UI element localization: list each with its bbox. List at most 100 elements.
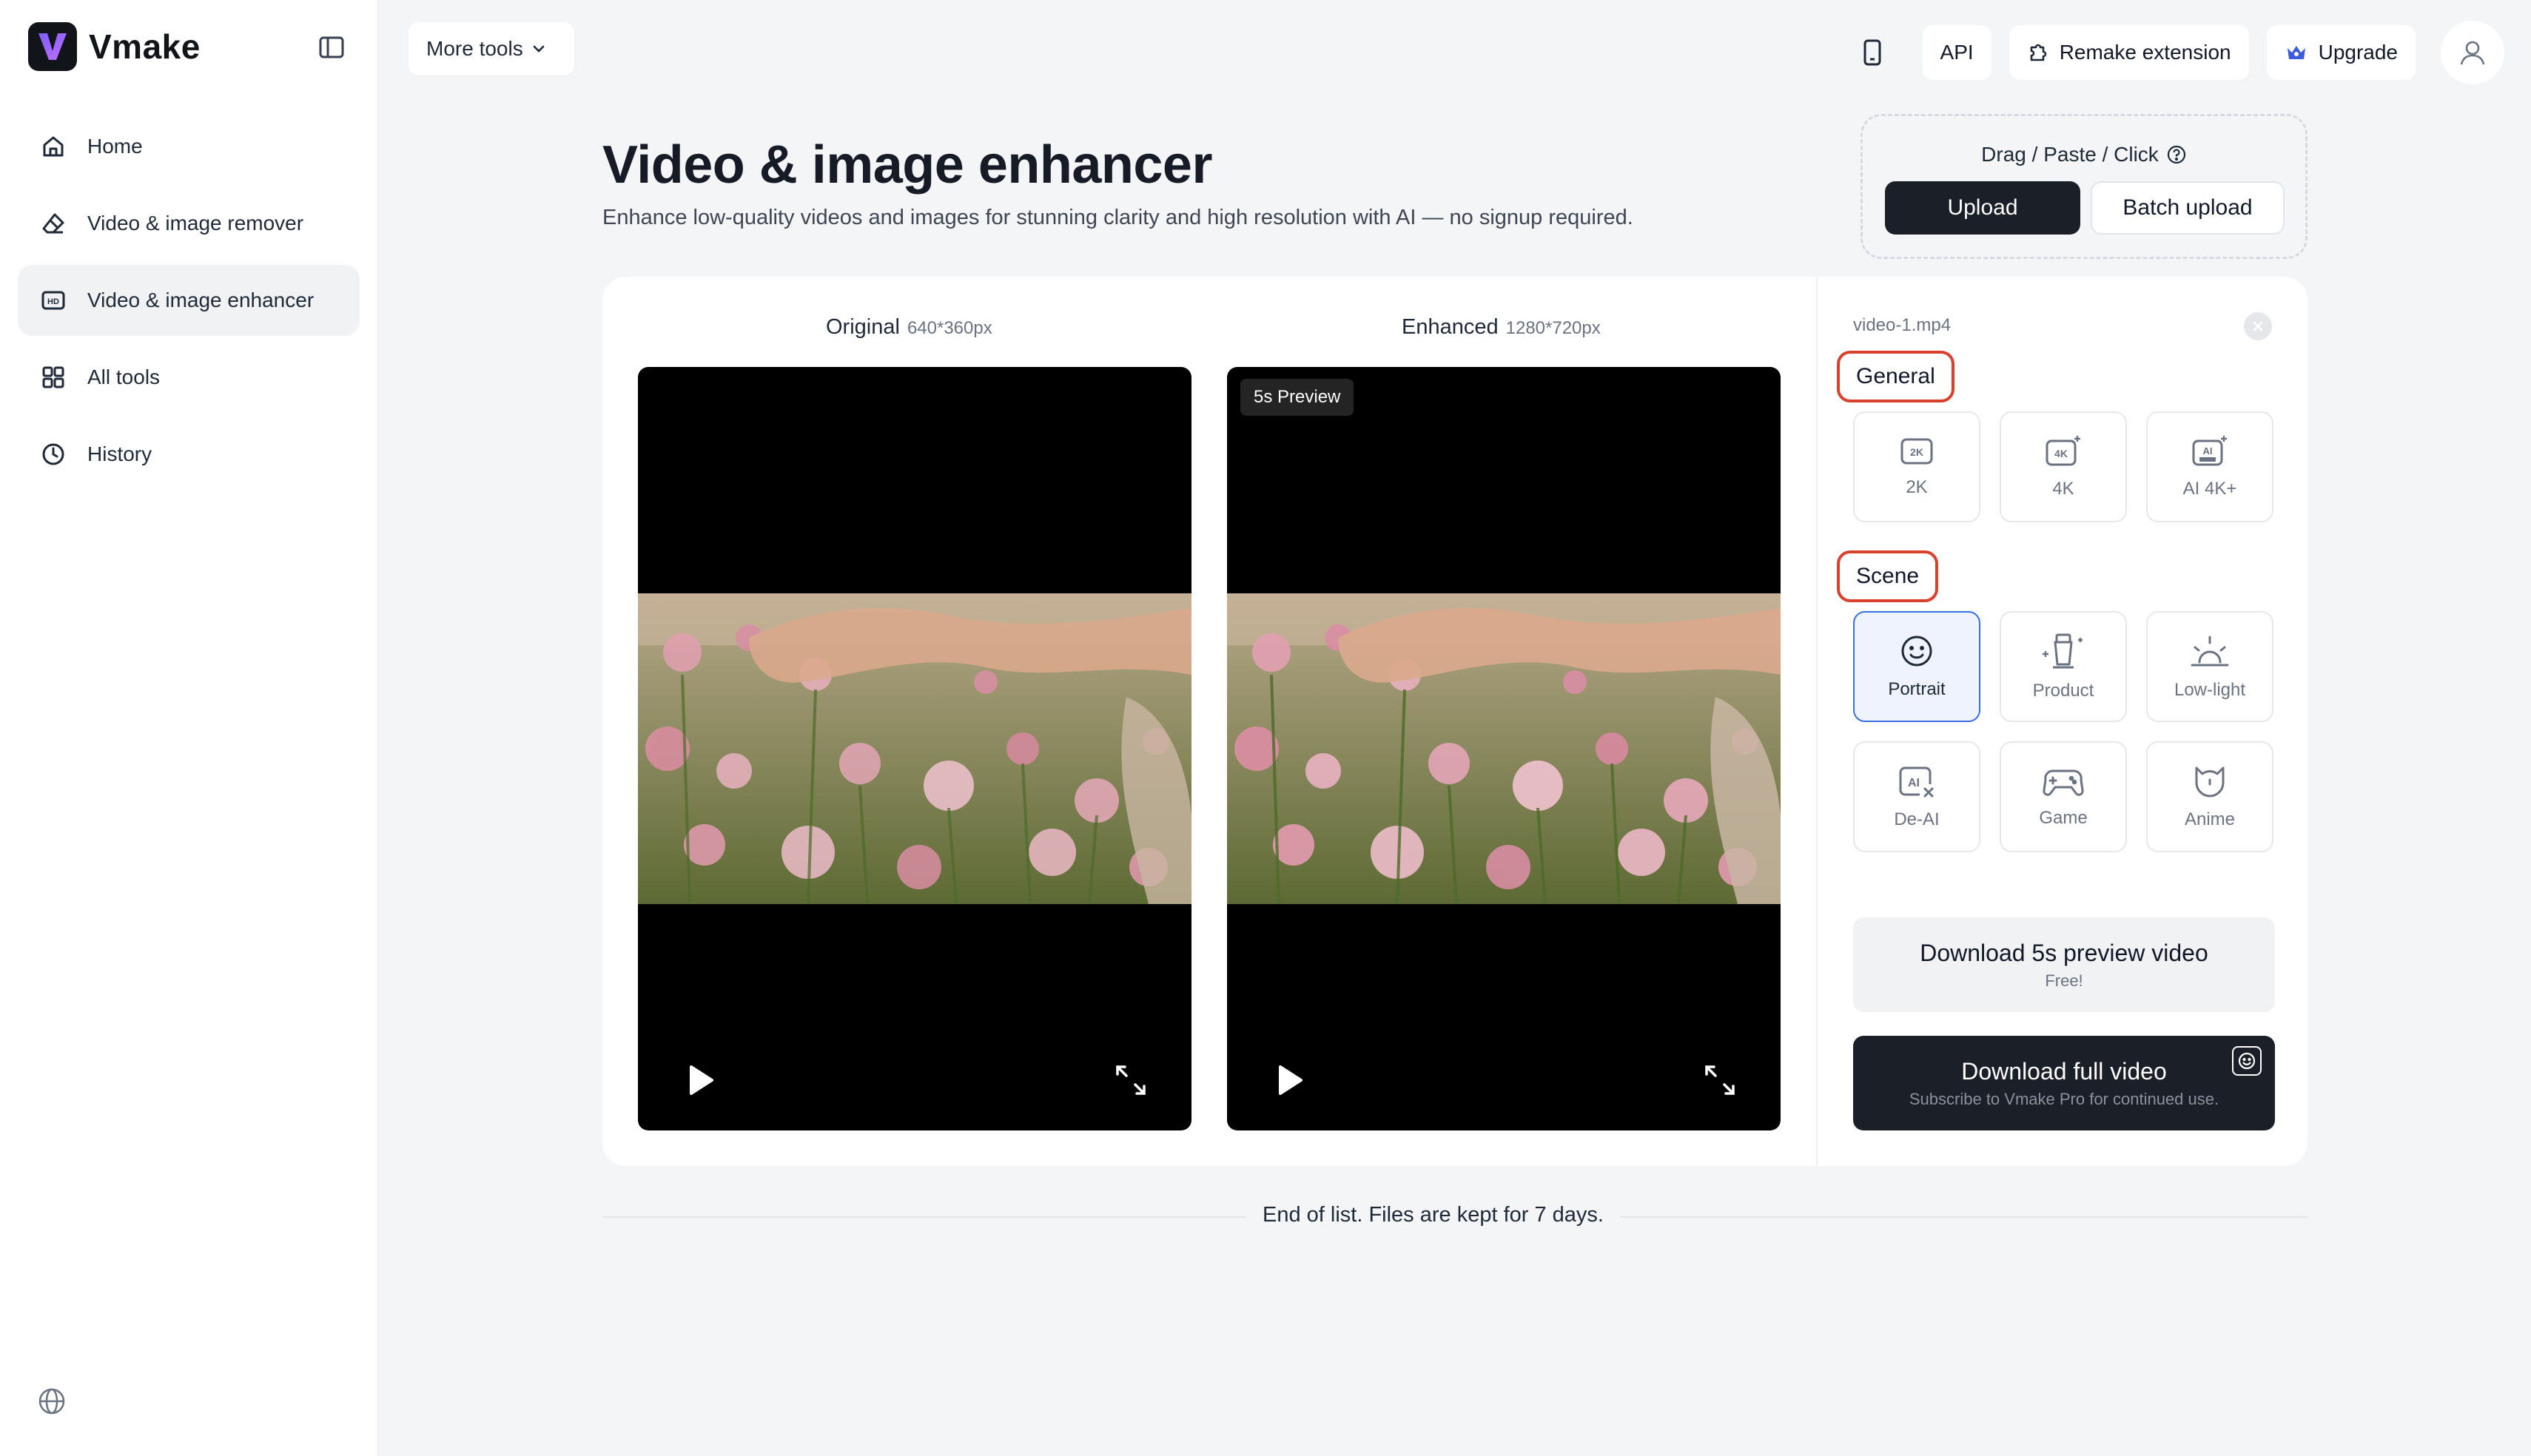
topbar-actions: API Remake extension Upgrade — [1832, 21, 2504, 84]
anime-cat-icon — [2195, 766, 2225, 798]
batch-upload-button[interactable]: Batch upload — [2091, 181, 2285, 235]
upload-button[interactable]: Upload — [1885, 181, 2080, 235]
sidebar-item-label: Video & image enhancer — [87, 289, 315, 311]
mobile-app-button[interactable] — [1850, 25, 1905, 80]
close-file-button[interactable] — [2244, 312, 2272, 340]
option-label: 4K — [2052, 479, 2074, 499]
phone-icon — [1863, 39, 1881, 66]
sidebar: Vmake Home Video & image remover HD Vide… — [0, 0, 379, 1456]
download-full-sub: Subscribe to Vmake Pro for continued use… — [1909, 1089, 2219, 1108]
enhanced-video[interactable]: 5s Preview — [1227, 367, 1781, 1130]
enhanced-label: Enhanced — [1402, 315, 1499, 339]
help-icon[interactable] — [2166, 144, 2187, 165]
option-2k[interactable]: 2K 2K — [1853, 411, 1980, 522]
puzzle-icon — [2030, 44, 2046, 61]
extension-button[interactable]: Remake extension — [2009, 25, 2249, 80]
fullscreen-icon[interactable] — [1704, 1064, 1736, 1096]
sidebar-item-all-tools[interactable]: All tools — [18, 342, 360, 413]
close-icon — [2253, 321, 2263, 331]
original-video[interactable] — [638, 367, 1191, 1130]
video-frame — [638, 593, 1191, 904]
upgrade-button[interactable]: Upgrade — [2266, 25, 2416, 80]
svg-text:4K: 4K — [2054, 448, 2068, 459]
svg-text:2K: 2K — [1910, 446, 1923, 458]
sidebar-item-history[interactable]: History — [18, 419, 360, 490]
logo-mark-icon — [28, 22, 77, 71]
scene-section-label: Scene — [1837, 550, 1939, 602]
sidebar-item-label: Home — [87, 135, 143, 158]
option-game[interactable]: Game — [2000, 741, 2127, 852]
eraser-icon — [38, 209, 68, 238]
option-ai-4k-plus[interactable]: AI AI 4K+ — [2146, 411, 2273, 522]
sidebar-item-label: Video & image remover — [87, 212, 304, 235]
option-portrait[interactable]: Portrait — [1853, 611, 1980, 722]
upload-dropzone[interactable]: Drag / Paste / Click Upload Batch upload — [1861, 114, 2308, 259]
page-title: Video & image enhancer — [602, 135, 1212, 195]
globe-icon[interactable] — [37, 1386, 67, 1416]
download-full-button[interactable]: Download full video Subscribe to Vmake P… — [1853, 1036, 2275, 1130]
upload-hint-text: Drag / Paste / Click — [1981, 143, 2159, 166]
download-preview-sub: Free! — [2045, 971, 2083, 990]
sidebar-item-enhancer[interactable]: HD Video & image enhancer — [18, 265, 360, 336]
clock-icon — [38, 439, 68, 469]
page-subtitle: Enhance low-quality videos and images fo… — [602, 206, 1633, 229]
play-icon[interactable] — [685, 1064, 715, 1096]
download-full-title: Download full video — [1961, 1057, 2167, 1085]
sidebar-toggle-icon[interactable] — [317, 33, 346, 62]
option-label: De-AI — [1894, 809, 1940, 829]
footer-note: End of list. Files are kept for 7 days. — [1246, 1203, 1620, 1227]
smile-icon — [1901, 636, 1932, 667]
option-label: Game — [2039, 808, 2088, 828]
option-low-light[interactable]: Low-light — [2146, 611, 2273, 722]
crown-icon — [2287, 46, 2305, 59]
enhancer-card: Original 640*360px Enhanced 1280*720px 5… — [602, 277, 2308, 1166]
de-ai-icon: AI — [1899, 766, 1934, 798]
gamepad-icon — [2043, 769, 2084, 796]
upload-hint: Drag / Paste / Click — [1863, 143, 2305, 166]
option-label: Portrait — [1888, 679, 1946, 699]
home-icon — [38, 132, 68, 161]
svg-text:AI: AI — [1908, 777, 1920, 789]
option-4k[interactable]: 4K 4K — [2000, 411, 2127, 522]
original-header: Original 640*360px — [826, 315, 992, 340]
more-tools-dropdown[interactable]: More tools — [409, 22, 574, 75]
original-label: Original — [826, 315, 900, 339]
option-label: Low-light — [2174, 680, 2246, 700]
api-label: API — [1940, 41, 1974, 64]
video-frame — [1227, 593, 1781, 904]
option-label: 2K — [1906, 477, 1928, 497]
sidebar-item-home[interactable]: Home — [18, 111, 360, 182]
chevron-down-icon — [533, 45, 545, 53]
avatar[interactable] — [2441, 21, 2504, 84]
sidebar-item-label: History — [87, 442, 152, 465]
user-icon — [2460, 41, 2485, 65]
general-section-label: General — [1837, 351, 1954, 402]
logo[interactable]: Vmake — [28, 22, 201, 71]
options-panel: video-1.mp4 General 2K 2K 4K 4K AI AI 4K… — [1816, 277, 2308, 1166]
app-name: Vmake — [89, 27, 201, 66]
option-anime[interactable]: Anime — [2146, 741, 2273, 852]
ai-ultra-icon: AI — [2192, 436, 2227, 466]
svg-text:AI: AI — [2203, 445, 2213, 456]
more-tools-label: More tools — [426, 37, 523, 60]
enhanced-dimensions: 1280*720px — [1505, 318, 1601, 338]
product-bottle-icon — [2043, 633, 2083, 669]
download-preview-button[interactable]: Download 5s preview video Free! — [1853, 917, 2275, 1012]
file-name: video-1.mp4 — [1853, 315, 1952, 335]
download-preview-title: Download 5s preview video — [1920, 939, 2208, 966]
play-icon[interactable] — [1274, 1064, 1304, 1096]
sidebar-nav: Home Video & image remover HD Video & im… — [18, 111, 360, 496]
option-label: AI 4K+ — [2182, 479, 2237, 499]
original-dimensions: 640*360px — [907, 318, 992, 338]
2k-icon: 2K — [1900, 438, 1933, 465]
option-product[interactable]: Product — [2000, 611, 2127, 722]
4k-icon: 4K — [2046, 436, 2080, 466]
sidebar-item-remover[interactable]: Video & image remover — [18, 188, 360, 259]
enhanced-header: Enhanced 1280*720px — [1402, 315, 1601, 340]
api-button[interactable]: API — [1922, 25, 1991, 80]
sidebar-item-label: All tools — [87, 365, 161, 388]
option-de-ai[interactable]: AI De-AI — [1853, 741, 1980, 852]
fullscreen-icon[interactable] — [1115, 1064, 1147, 1096]
preview-badge: 5s Preview — [1240, 379, 1354, 416]
pro-badge-icon — [2232, 1046, 2262, 1076]
